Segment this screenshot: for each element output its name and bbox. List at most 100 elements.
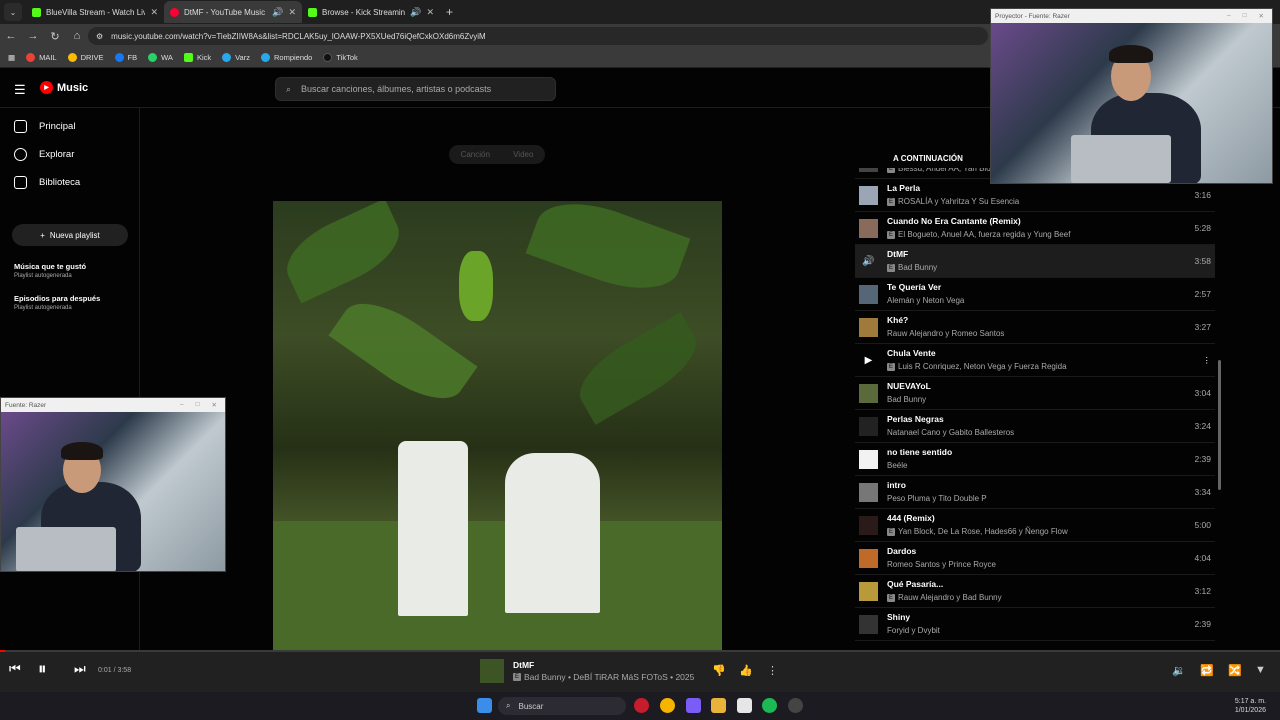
taskbar-search[interactable]: ⌕ Buscar — [498, 697, 626, 715]
dislike-icon[interactable]: 👎 — [712, 664, 726, 677]
queue-thumbnail[interactable] — [859, 417, 878, 436]
progress-bar[interactable] — [0, 650, 1280, 652]
queue-thumbnail[interactable] — [859, 549, 878, 568]
sidebar-item-principal[interactable]: Principal — [14, 120, 75, 133]
maximize-icon[interactable]: □ — [196, 401, 200, 409]
minimize-icon[interactable]: – — [180, 401, 184, 409]
expand-player-icon[interactable]: ▼ — [1255, 664, 1266, 676]
chrome-icon[interactable] — [660, 698, 675, 713]
obs-icon[interactable] — [788, 698, 803, 713]
sidebar-item-biblioteca[interactable]: Biblioteca — [14, 176, 80, 189]
queue-item[interactable]: Perlas Negras Natanael Cano y Gabito Ball… — [855, 410, 1215, 443]
play-icon[interactable]: ▶ — [859, 351, 878, 370]
tab-bluevilla[interactable]: BlueVilla Stream - Watch Live o ✕ — [26, 1, 164, 23]
windows-start-icon[interactable] — [477, 698, 492, 713]
toggle-song[interactable]: Canción — [461, 150, 490, 159]
queue-thumbnail[interactable] — [859, 219, 878, 238]
queue-thumbnail[interactable] — [859, 615, 878, 634]
song-video-toggle[interactable]: Canción Video — [449, 145, 545, 164]
now-playing-subtitle[interactable]: Bad Bunny • DeBÍ TiRAR MáS FOToS • 2025 — [524, 672, 694, 682]
up-next-tab[interactable]: A CONTINUACIÓN — [893, 154, 963, 163]
opera-icon[interactable] — [634, 698, 649, 713]
toggle-video[interactable]: Video — [513, 150, 533, 159]
queue-item[interactable]: Khé? Rauw Alejandro y Romeo Santos 3:27 — [855, 311, 1215, 344]
new-tab-button[interactable]: + — [446, 5, 453, 19]
queue-thumbnail[interactable] — [859, 483, 878, 502]
file-explorer-icon[interactable] — [711, 698, 726, 713]
queue-item[interactable]: Cuando No Era Cantante (Remix) E El Boguet… — [855, 212, 1215, 245]
now-playing-speaker-icon[interactable]: 🔊 — [859, 252, 878, 271]
back-icon[interactable]: ← — [0, 30, 22, 42]
more-options-icon[interactable]: ⋮ — [767, 664, 778, 677]
repeat-icon[interactable]: 🔁 — [1200, 664, 1214, 677]
bookmark-varz[interactable]: Varz — [222, 53, 250, 62]
now-playing-title[interactable]: DtMF — [513, 660, 534, 670]
menu-icon[interactable]: ☰ — [14, 83, 27, 96]
pause-icon[interactable]: ⏸ — [38, 659, 47, 679]
queue-item[interactable]: 444 (Remix) E Yan Block, De La Rose, Hades… — [855, 509, 1215, 542]
queue-item[interactable]: NUEVAYoL Bad Bunny 3:04 — [855, 377, 1215, 410]
close-icon[interactable]: ✕ — [212, 401, 217, 409]
maximize-icon[interactable]: □ — [1243, 12, 1247, 20]
queue-thumbnail[interactable] — [859, 285, 878, 304]
like-icon[interactable]: 👍 — [739, 664, 753, 677]
playlist-liked-music[interactable]: Música que te gustó Playlist autogenerad… — [14, 262, 86, 279]
site-info-icon[interactable]: ⚙ — [96, 32, 103, 41]
playlist-episodes[interactable]: Episodios para después Playlist autogene… — [14, 294, 100, 311]
bookmark-kick[interactable]: Kick — [183, 53, 211, 62]
now-playing-thumbnail[interactable] — [480, 659, 504, 683]
queue-thumbnail[interactable] — [859, 582, 878, 601]
forward-icon[interactable]: → — [22, 30, 44, 42]
queue-scrollbar[interactable] — [1218, 360, 1221, 490]
next-icon[interactable]: ⏭ — [74, 661, 86, 677]
bookmark-rompiendo[interactable]: Rompiendo — [260, 53, 312, 62]
queue-item[interactable]: Shiny Foryid y Dvybit 2:39 — [855, 608, 1215, 641]
queue-thumbnail[interactable] — [859, 384, 878, 403]
close-tab-icon[interactable]: ✕ — [150, 7, 158, 18]
new-playlist-button[interactable]: + Nueva playlist — [12, 224, 128, 246]
queue-thumbnail[interactable] — [859, 318, 878, 337]
bookmark-wa[interactable]: WA — [148, 53, 173, 62]
close-tab-icon[interactable]: ✕ — [426, 7, 434, 18]
bookmark-tiktok[interactable]: TikTok — [323, 53, 358, 62]
queue-thumbnail[interactable] — [859, 516, 878, 535]
tab-youtube-music[interactable]: DtMF - YouTube Music 🔊 ✕ — [164, 1, 302, 23]
shuffle-icon[interactable]: 🔀 — [1228, 664, 1242, 677]
tab-search-button[interactable]: ⌄ — [4, 3, 22, 21]
queue-item[interactable]: Dardos Romeo Santos y Prince Royce 4:04 — [855, 542, 1215, 575]
volume-icon[interactable]: 🔉 — [1172, 664, 1186, 677]
queue-thumbnail[interactable] — [859, 450, 878, 469]
bookmark-fb[interactable]: FB — [114, 53, 137, 62]
queue-item[interactable]: Qué Pasaría... E Rauw Alejandro y Bad Bunn… — [855, 575, 1215, 608]
bookmark-drive[interactable]: DRIVE — [67, 53, 104, 62]
copilot-icon[interactable] — [686, 698, 701, 713]
close-icon[interactable]: ✕ — [1259, 12, 1264, 20]
address-bar[interactable]: ⚙ music.youtube.com/watch?v=TiebZIIW8As&… — [88, 27, 988, 45]
queue-item[interactable]: Te Quería Ver Alemán y Neton Vega 2:57 — [855, 278, 1215, 311]
notepad-icon[interactable] — [737, 698, 752, 713]
speaker-icon[interactable]: 🔊 — [410, 7, 421, 18]
camera-window-titlebar[interactable]: Proyector - Fuente: Razer – □ ✕ — [991, 9, 1272, 23]
queue-item[interactable]: 🔊 DtMF E Bad Bunny 3:58 — [855, 245, 1215, 278]
home-icon[interactable]: ⌂ — [66, 30, 88, 42]
minimize-icon[interactable]: – — [1227, 12, 1231, 20]
queue-thumbnail[interactable] — [859, 168, 878, 172]
taskbar-clock[interactable]: 5:17 a. m. 1/01/2026 — [1235, 697, 1266, 715]
sidebar-item-explorar[interactable]: Explorar — [14, 148, 74, 161]
tab-kick-browse[interactable]: Browse - Kick Streaming 🔊 ✕ — [302, 1, 440, 23]
queue-item[interactable]: intro Peso Pluma y Tito Double P 3:34 — [855, 476, 1215, 509]
camera-window-titlebar[interactable]: Fuente: Razer – □ ✕ — [1, 398, 225, 412]
close-tab-icon[interactable]: ✕ — [288, 7, 296, 18]
search-input[interactable]: ⌕ Buscar canciones, álbumes, artistas o … — [275, 77, 556, 101]
more-options-icon[interactable]: ⋮ — [1203, 355, 1212, 366]
ytm-logo[interactable]: ▶ Music — [40, 81, 88, 94]
camera-window-projector[interactable]: Proyector - Fuente: Razer – □ ✕ — [990, 8, 1273, 184]
queue-item[interactable]: no tiene sentido Beéle 2:39 — [855, 443, 1215, 476]
spotify-icon[interactable] — [762, 698, 777, 713]
queue-item[interactable]: ▶ Chula Vente E Luis R Conriquez, Neton Veg… — [855, 344, 1215, 377]
apps-icon[interactable]: ▦ — [8, 53, 15, 62]
queue-thumbnail[interactable] — [859, 186, 878, 205]
bookmark-mail[interactable]: MAIL — [26, 53, 57, 62]
reload-icon[interactable]: ↻ — [44, 30, 66, 43]
previous-icon[interactable]: ⏮ — [9, 661, 21, 677]
